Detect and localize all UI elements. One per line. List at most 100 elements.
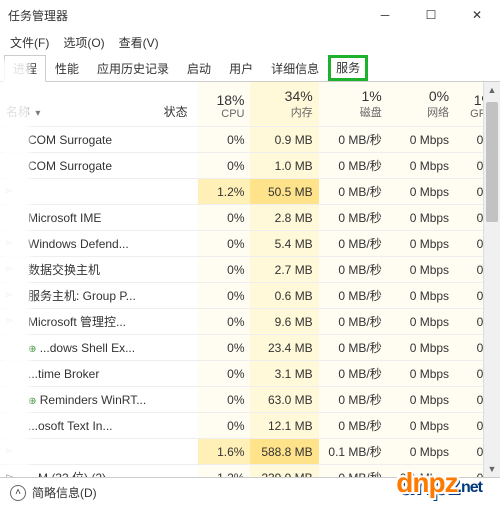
process-disk: 0 MB/秒	[319, 127, 388, 153]
maximize-button[interactable]: ☐	[408, 0, 454, 30]
col-header-cpu[interactable]: 18%CPU	[198, 82, 250, 127]
process-network: 0 Mbps	[388, 231, 455, 257]
menu-view[interactable]: 查看(V)	[113, 32, 165, 53]
scroll-up-icon[interactable]: ▲	[484, 82, 500, 98]
table-row[interactable]: ▻数据交换主机0%2.7 MB0 MB/秒0 Mbps0%	[0, 257, 500, 283]
process-status	[153, 413, 198, 439]
process-network: 0 Mbps	[388, 205, 455, 231]
process-disk: 0 MB/秒	[319, 361, 388, 387]
process-memory: 0.9 MB	[250, 127, 318, 153]
table-row[interactable]: COM Surrogate0%0.9 MB0 MB/秒0 Mbps0%	[0, 127, 500, 153]
process-network: 0 Mbps	[388, 361, 455, 387]
process-memory: 3.1 MB	[250, 361, 318, 387]
minimize-button[interactable]: ─	[362, 0, 408, 30]
tab-services[interactable]: 服务	[328, 55, 368, 81]
process-memory: 5.4 MB	[250, 231, 318, 257]
process-cpu: 0%	[198, 153, 250, 179]
process-status	[153, 361, 198, 387]
process-cpu: 0%	[198, 127, 250, 153]
tabbar: 进程 性能 应用历史记录 启动 用户 详细信息 服务	[0, 55, 500, 82]
process-name: ⊕ Reminders WinRT...	[0, 387, 153, 413]
process-memory: 239.9 MB	[250, 465, 318, 478]
process-status	[153, 283, 198, 309]
tab-details[interactable]: 详细信息	[262, 55, 328, 81]
process-memory: 63.0 MB	[250, 387, 318, 413]
tab-performance[interactable]: 性能	[46, 55, 88, 81]
expand-icon[interactable]: ▻	[6, 315, 13, 326]
col-header-memory[interactable]: 34%内存	[250, 82, 318, 127]
process-disk: 0 MB/秒	[319, 387, 388, 413]
collapse-icon[interactable]: ˄	[10, 485, 26, 501]
process-network: 0 Mbps	[388, 335, 455, 361]
process-network: 0 Mbps	[388, 413, 455, 439]
process-name: ⊕ ...dows Shell Ex...	[0, 335, 153, 361]
process-cpu: 0%	[198, 283, 250, 309]
table-row[interactable]: ...time Broker0%3.1 MB0 MB/秒0 Mbps0%	[0, 361, 500, 387]
expand-icon[interactable]: ▻	[6, 289, 13, 300]
process-network: 0 Mbps	[388, 387, 455, 413]
process-status	[153, 335, 198, 361]
process-disk: 0 MB/秒	[319, 179, 388, 205]
expand-icon[interactable]: ▻	[6, 445, 13, 456]
titlebar: 任务管理器 ─ ☐ ✕	[0, 0, 500, 30]
process-name: COM Surrogate	[0, 127, 153, 153]
window-title: 任务管理器	[8, 7, 68, 24]
process-memory: 50.5 MB	[250, 179, 318, 205]
process-disk: 0 MB/秒	[319, 205, 388, 231]
table-row[interactable]: ▻1.2%50.5 MB0 MB/秒0 Mbps0%	[0, 179, 500, 205]
table-row[interactable]: ▻服务主机: Group P...0%0.6 MB0 MB/秒0 Mbps0%	[0, 283, 500, 309]
window-controls: ─ ☐ ✕	[362, 0, 500, 30]
menu-file[interactable]: 文件(F)	[4, 32, 55, 53]
table-row[interactable]: ⊕ Reminders WinRT... 0%63.0 MB0 MB/秒0 Mbp…	[0, 387, 500, 413]
vertical-scrollbar[interactable]: ▲ ▼	[483, 82, 500, 477]
table-row[interactable]: ⊕ ...dows Shell Ex...0%23.4 MB0 MB/秒0 Mb…	[0, 335, 500, 361]
expand-icon[interactable]: ▻	[6, 185, 13, 196]
process-cpu: 1.2%	[198, 465, 250, 478]
tab-users[interactable]: 用户	[220, 55, 262, 81]
table-row[interactable]: Microsoft IME0%2.8 MB0 MB/秒0 Mbps0%	[0, 205, 500, 231]
process-memory: 0.6 MB	[250, 283, 318, 309]
process-disk: 0 MB/秒	[319, 231, 388, 257]
process-disk: 0 MB/秒	[319, 413, 388, 439]
expand-icon[interactable]: ▻	[6, 237, 13, 248]
process-name: ▻	[0, 179, 153, 205]
fewer-details-button[interactable]: 简略信息(D)	[32, 484, 97, 501]
process-network: 0 Mbps	[388, 283, 455, 309]
process-status	[153, 179, 198, 205]
scroll-down-icon[interactable]: ▼	[484, 461, 500, 477]
col-header-name[interactable]: 名称 ▾	[0, 82, 153, 127]
process-network: 0 Mbps	[388, 257, 455, 283]
process-status	[153, 309, 198, 335]
tab-startup[interactable]: 启动	[178, 55, 220, 81]
process-status	[153, 465, 198, 478]
process-status	[153, 231, 198, 257]
close-button[interactable]: ✕	[454, 0, 500, 30]
process-name: ▻...M (32 位) (2)	[0, 465, 153, 478]
expand-icon[interactable]: ▻	[6, 263, 13, 274]
table-row[interactable]: ▻1.6%588.8 MB0.1 MB/秒0 Mbps0%	[0, 439, 500, 465]
process-disk: 0 MB/秒	[319, 309, 388, 335]
process-cpu: 1.6%	[198, 439, 250, 465]
process-disk: 0 MB/秒	[319, 335, 388, 361]
table-row[interactable]: COM Surrogate0%1.0 MB0 MB/秒0 Mbps0%	[0, 153, 500, 179]
col-header-status[interactable]: 状态	[153, 82, 198, 127]
watermark: dnpz.net	[396, 467, 482, 499]
process-name: ▻Microsoft 管理控...	[0, 309, 153, 335]
tab-processes[interactable]: 进程	[4, 55, 46, 82]
process-cpu: 0%	[198, 257, 250, 283]
process-cpu: 0%	[198, 387, 250, 413]
scroll-thumb[interactable]	[486, 102, 498, 222]
table-row[interactable]: ▻Windows Defend...0%5.4 MB0 MB/秒0 Mbps0%	[0, 231, 500, 257]
process-memory: 9.6 MB	[250, 309, 318, 335]
table-row[interactable]: ▻Microsoft 管理控...0%9.6 MB0 MB/秒0 Mbps0%	[0, 309, 500, 335]
expand-icon[interactable]: ▻	[6, 471, 13, 477]
process-cpu: 1.2%	[198, 179, 250, 205]
menu-options[interactable]: 选项(O)	[57, 32, 110, 53]
tab-app-history[interactable]: 应用历史记录	[88, 55, 178, 81]
process-memory: 2.7 MB	[250, 257, 318, 283]
table-row[interactable]: ...osoft Text In...0%12.1 MB0 MB/秒0 Mbps…	[0, 413, 500, 439]
col-header-network[interactable]: 0%网络	[388, 82, 455, 127]
process-name: ...time Broker	[0, 361, 153, 387]
col-header-disk[interactable]: 1%磁盘	[319, 82, 388, 127]
process-disk: 0 MB/秒	[319, 153, 388, 179]
